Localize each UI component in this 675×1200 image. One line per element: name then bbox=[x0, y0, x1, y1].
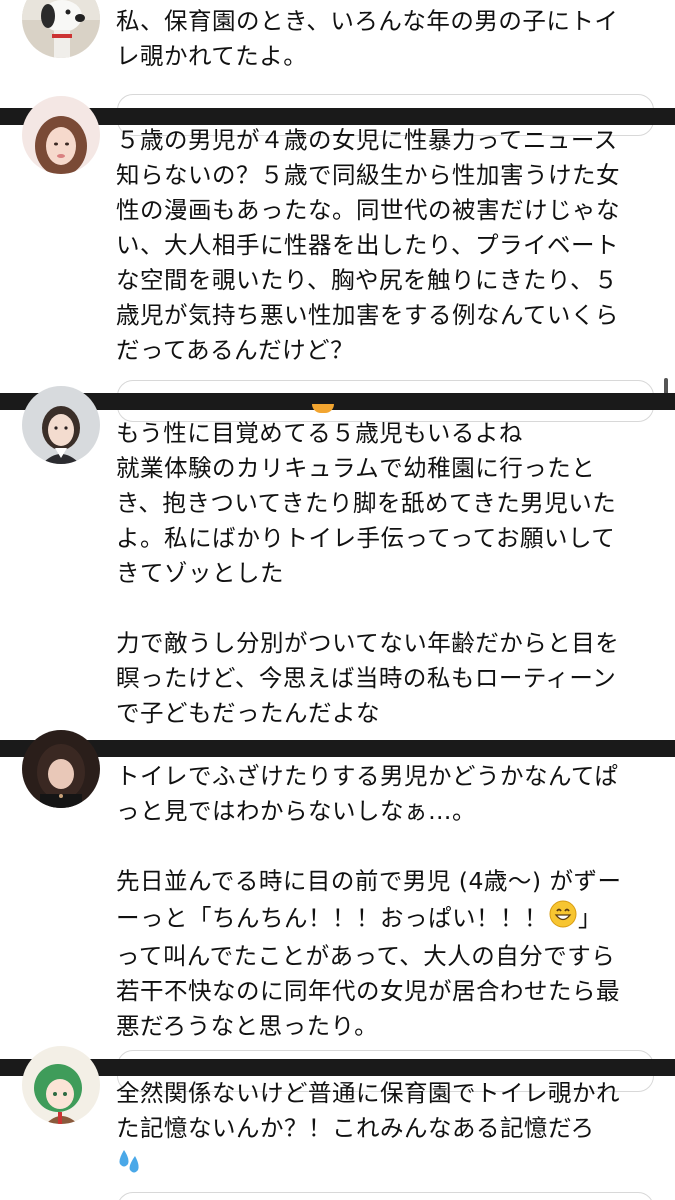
divider bbox=[0, 740, 675, 757]
snoopy-avatar-icon[interactable] bbox=[22, 0, 100, 58]
dark-hair-avatar-icon[interactable] bbox=[22, 730, 100, 808]
woman-avatar-icon[interactable] bbox=[22, 96, 100, 174]
comment-text: 全然関係ないけど普通に保育園でトイレ覗かれ た記憶ないんか？！これみんなある記憶… bbox=[116, 1076, 661, 1186]
screenshot-collage: 私、保育園のとき、いろんな年の男の子にトイ レ覗かれてたよ。 ５歳の男児が４歳の… bbox=[0, 0, 675, 1200]
reply-input[interactable] bbox=[117, 1192, 654, 1200]
comment-text: ５歳の男児が４歳の女児に性暴力ってニュース 知らないの？５歳で同級生から性加害う… bbox=[116, 126, 620, 364]
anime-girl-avatar-icon[interactable] bbox=[22, 1046, 100, 1124]
sweat-droplets-emoji-icon bbox=[116, 1146, 144, 1186]
comment-text: もう性に目覚めてる５歳児もいるよね 就業体験のカリキュラムで幼稚園に行ったと き… bbox=[116, 419, 620, 727]
woman-portrait-avatar-icon[interactable] bbox=[22, 386, 100, 464]
divider bbox=[0, 1059, 675, 1076]
divider bbox=[0, 393, 675, 410]
comment-text: 私、保育園のとき、いろんな年の男の子にトイ レ覗かれてたよ。 bbox=[116, 7, 619, 70]
comment-text: トイレでふざけたりする男児かどうかなんてぱ っと見ではわからないしなぁ…。 先日… bbox=[116, 762, 622, 1040]
grinning-emoji-icon bbox=[548, 899, 578, 939]
